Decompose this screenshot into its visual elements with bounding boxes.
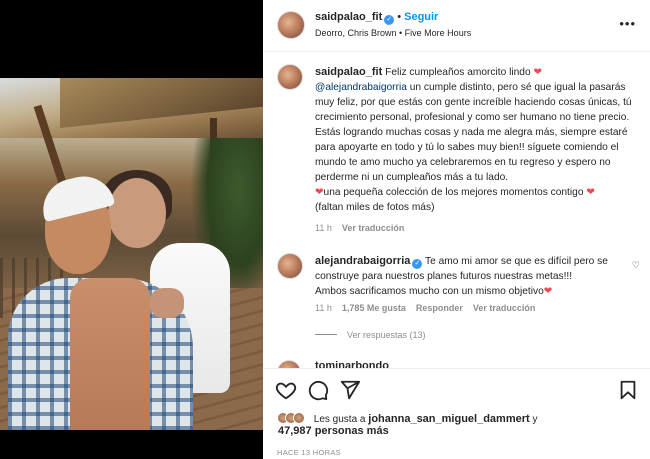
action-bar	[263, 368, 650, 412]
comment-reply-button[interactable]: Responder	[416, 303, 463, 313]
partial-comment: tominarbondo	[277, 360, 637, 368]
more-options-icon[interactable]: •••	[619, 16, 636, 31]
photo-woman-face	[108, 178, 166, 248]
caption-username[interactable]: saidpalao_fit	[315, 66, 382, 78]
heart-emoji-icon: ❤	[586, 187, 595, 198]
comment-like-icon[interactable]: ♡	[632, 260, 640, 271]
partial-comment-avatar[interactable]	[277, 360, 301, 368]
like-heart-icon[interactable]	[275, 379, 297, 401]
heart-emoji-icon: ❤	[543, 286, 553, 297]
caption-text-4: (faltan miles de fotos más)	[315, 202, 435, 213]
verified-icon: ✓	[412, 259, 423, 269]
comment-meta: 11 h 1,785 Me gusta Responder Ver traducció…	[315, 303, 535, 313]
comment-bubble-icon[interactable]	[307, 379, 329, 401]
partial-comment-username[interactable]: tominarbondo	[315, 360, 389, 368]
comment-likes[interactable]: 1,785 Me gusta	[342, 303, 406, 313]
header-user-line: saidpalao_fit ✓ • Seguir	[315, 11, 438, 25]
author-avatar[interactable]	[277, 11, 305, 39]
caption-text-1: Feliz cumpleaños amorcito lindo	[385, 67, 531, 78]
post-header: saidpalao_fit ✓ • Seguir Deorro, Chris Brow…	[263, 0, 650, 52]
comment-text: alejandrabaigorria ✓ Te amo mi amor se qu…	[315, 254, 615, 299]
post-timestamp[interactable]: HACE 13 HORAS	[277, 448, 341, 457]
audio-label[interactable]: Deorro, Chris Brown • Five More Hours	[315, 28, 471, 38]
liker-avatar	[293, 412, 305, 424]
share-send-icon[interactable]	[339, 379, 361, 401]
photo-man-chest	[70, 278, 150, 430]
caption-translate-link[interactable]: Ver traducción	[342, 223, 405, 233]
comment-time[interactable]: 11 h	[315, 303, 332, 313]
likes-prefix: Les gusta a	[313, 414, 366, 425]
caption-text: saidpalao_fit Feliz cumpleaños amorcito …	[315, 65, 637, 215]
caption-avatar[interactable]	[277, 64, 303, 90]
comment-translate-link[interactable]: Ver traducción	[473, 303, 536, 313]
bookmark-save-icon[interactable]	[617, 379, 639, 401]
caption-time[interactable]: 11 h	[315, 223, 332, 233]
caption-text-3: una pequeña colección de los mejores mom…	[323, 187, 584, 198]
heart-emoji-icon: ❤	[533, 67, 543, 78]
caption-meta: 11 h Ver traducción	[315, 223, 404, 233]
post-panel: saidpalao_fit ✓ • Seguir Deorro, Chris Brow…	[263, 0, 650, 459]
likes-count[interactable]: 47,987 personas más	[278, 425, 389, 437]
heart-emoji-icon: ❤	[315, 187, 324, 198]
caption-mention[interactable]: @alejandrabaigorria	[315, 82, 407, 93]
separator-dot: •	[397, 11, 402, 23]
post-photo[interactable]	[0, 78, 263, 430]
follow-button[interactable]: Seguir	[404, 11, 438, 23]
verified-icon: ✓	[384, 15, 395, 25]
likes-and: y	[532, 414, 538, 425]
comment-avatar[interactable]	[277, 253, 303, 279]
comment-username[interactable]: alejandrabaigorria	[315, 255, 410, 267]
comments-section[interactable]: saidpalao_fit Feliz cumpleaños amorcito …	[263, 53, 650, 368]
photo-hand	[150, 288, 184, 318]
likes-user[interactable]: johanna_san_miguel_dammert	[368, 413, 529, 425]
view-replies-label[interactable]: Ver respuestas (13)	[347, 330, 426, 340]
view-replies-button[interactable]: Ver respuestas (13)	[315, 330, 426, 340]
author-username[interactable]: saidpalao_fit	[315, 11, 382, 23]
comment-text-2: Ambos sacrificamos mucho con un mismo ob…	[315, 286, 544, 297]
caption-text-2: un cumple distinto, pero sé que igual la…	[315, 82, 632, 183]
post-media[interactable]	[0, 0, 263, 459]
likes-summary: Les gusta a johanna_san_miguel_dammert y…	[277, 412, 637, 437]
replies-line	[315, 334, 337, 335]
